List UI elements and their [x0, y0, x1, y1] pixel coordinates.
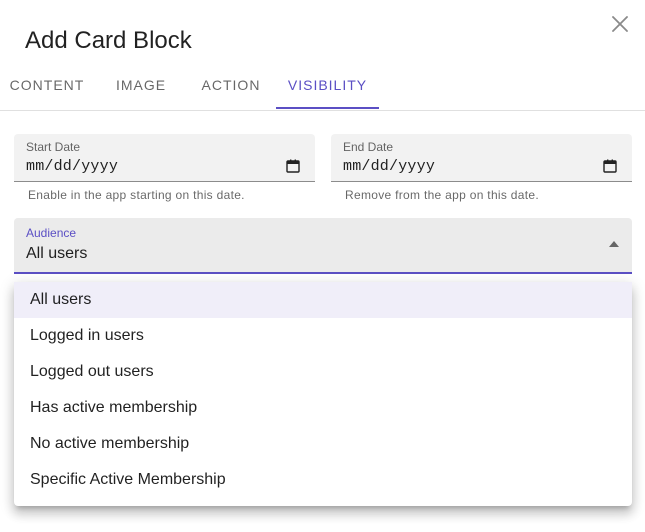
- dialog-title: Add Card Block: [25, 27, 192, 54]
- audience-value: All users: [26, 245, 88, 262]
- start-date-value: mm/dd/yyyy: [26, 158, 119, 175]
- tab-visibility[interactable]: VISIBILITY: [276, 62, 379, 108]
- tab-bar: CONTENT IMAGE ACTION VISIBILITY: [0, 62, 645, 111]
- tab-indicator: [276, 107, 379, 109]
- add-card-block-dialog: Add Card Block CONTENT IMAGE ACTION VISI…: [0, 0, 645, 532]
- tab-content[interactable]: CONTENT: [0, 62, 94, 108]
- end-date-label: End Date: [343, 140, 394, 154]
- menu-item-specific-active-membership[interactable]: Specific Active Membership: [14, 462, 632, 498]
- calendar-icon[interactable]: [603, 159, 617, 173]
- menu-item-all-users[interactable]: All users: [14, 282, 632, 318]
- menu-item-logged-out-users[interactable]: Logged out users: [14, 354, 632, 390]
- tab-action[interactable]: ACTION: [186, 62, 276, 108]
- tab-image[interactable]: IMAGE: [94, 62, 188, 108]
- close-button[interactable]: [606, 10, 634, 38]
- audience-menu: All users Logged in users Logged out use…: [14, 282, 632, 506]
- menu-item-has-active-membership[interactable]: Has active membership: [14, 390, 632, 426]
- audience-select[interactable]: Audience All users: [14, 218, 632, 274]
- end-date-value: mm/dd/yyyy: [343, 158, 436, 175]
- menu-item-logged-in-users[interactable]: Logged in users: [14, 318, 632, 354]
- close-icon: [612, 16, 628, 32]
- arrow-drop-up-icon: [609, 241, 619, 247]
- menu-item-no-active-membership[interactable]: No active membership: [14, 426, 632, 462]
- calendar-icon[interactable]: [286, 159, 300, 173]
- start-date-helper: Enable in the app starting on this date.: [28, 188, 245, 202]
- start-date-field[interactable]: Start Date mm/dd/yyyy: [14, 134, 315, 182]
- audience-label: Audience: [26, 226, 77, 240]
- end-date-field[interactable]: End Date mm/dd/yyyy: [331, 134, 632, 182]
- end-date-helper: Remove from the app on this date.: [345, 188, 540, 202]
- start-date-label: Start Date: [26, 140, 81, 154]
